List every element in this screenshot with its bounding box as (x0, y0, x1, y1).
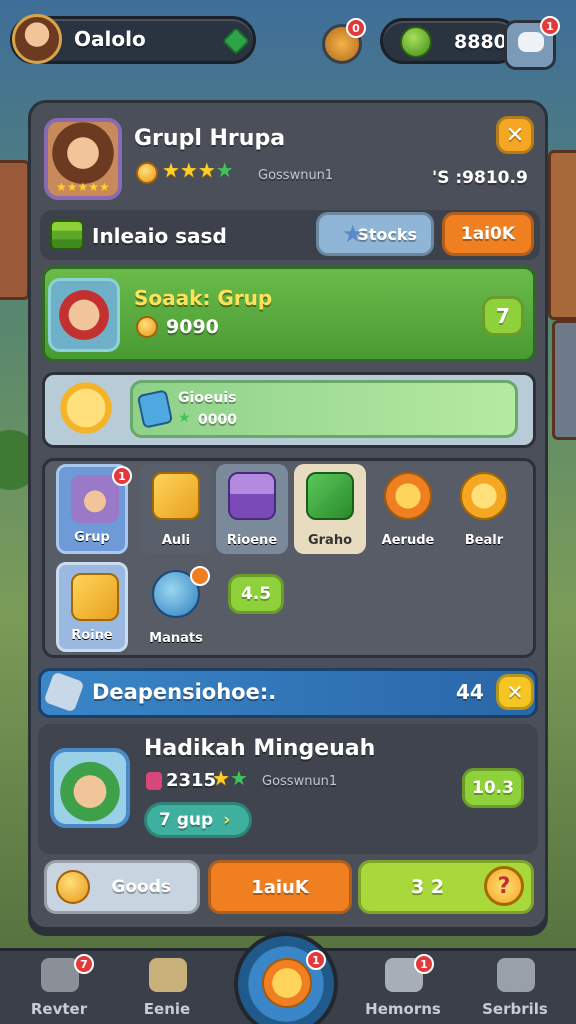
info-label: Inleaio sasd (92, 224, 227, 248)
nav-item-serbrils[interactable]: Serbrils (470, 948, 560, 1024)
reward-points: 2315 (166, 770, 217, 791)
tile-label: Auli (161, 533, 191, 548)
question-icon[interactable]: ? (484, 866, 524, 906)
nav-revter-badge: 7 (74, 954, 94, 974)
reward-stars: ★★ (212, 766, 248, 790)
chevron-right-icon: › (223, 810, 231, 830)
profile-rating-stars: ★★★★ (162, 158, 234, 182)
progress-bar (130, 380, 518, 438)
currency-icon (400, 26, 432, 58)
stocks-button[interactable]: Stocks (316, 212, 434, 256)
reward-status: Gosswnun1 (262, 774, 338, 789)
player-name: Oalolo (74, 27, 146, 51)
tile-rioene[interactable]: Rioene (216, 464, 288, 554)
background-house-right-lower (552, 320, 576, 440)
banner-close-button[interactable]: ✕ (496, 674, 534, 710)
group-title: Soaak: Grup (134, 286, 273, 310)
profile-score: 'S :9810.9 (432, 168, 528, 188)
progress-star-icon: ★ (178, 410, 191, 426)
map-icon (71, 573, 119, 621)
nav-label: Revter (30, 1000, 88, 1018)
tile-roine[interactable]: Roine (56, 562, 128, 652)
reward-gem-icon (146, 772, 162, 790)
banner-count: 44 (456, 680, 484, 704)
tile-label: Rioene (226, 533, 278, 548)
tile-auli[interactable]: Auli (140, 464, 212, 554)
tile-label: Manats (149, 631, 203, 646)
currency-value: 8880 (454, 31, 507, 53)
nav-label: Eenie (143, 1000, 191, 1018)
center-sword-icon (262, 958, 312, 1008)
background-house-left (0, 160, 30, 300)
progress-label: Gioeuis (178, 390, 237, 406)
top-bar: Oalolo 0 8880 1 (10, 12, 566, 70)
tile-label: Roine (71, 628, 113, 643)
group-coin-icon (136, 316, 158, 338)
group-avatar (48, 278, 120, 352)
group-count-button[interactable]: 7 (482, 296, 524, 336)
chat-bubble-glyph (518, 32, 544, 52)
nav-label: Serbrils (482, 1000, 548, 1018)
character-icon (71, 475, 119, 523)
tile-aerude[interactable]: Aerude (372, 464, 444, 554)
tile-bealr[interactable]: Bealr (448, 464, 520, 554)
sword-tile-icon (384, 472, 432, 520)
tile-grup-badge: 1 (112, 466, 132, 486)
reward-title: Hadikah Mingeuah (144, 736, 376, 761)
info-orange-button[interactable]: 1ai0K (442, 212, 534, 256)
profile-status: Gosswnun1 (258, 168, 334, 183)
tile-label: Aerude (381, 533, 435, 548)
nav-label: Hemorns (365, 1000, 441, 1018)
nav-hemorns-badge: 1 (414, 954, 434, 974)
reward-value-button[interactable]: 10.3 (462, 768, 524, 808)
tile-label: Bealr (464, 533, 504, 548)
close-button[interactable]: ✕ (496, 116, 534, 154)
goods-button-label: Goods (111, 877, 171, 897)
reward-group-label: 7 gup (159, 810, 214, 830)
progress-value: 0000 (198, 412, 237, 428)
tiles-value-button[interactable]: 4.5 (228, 574, 284, 614)
profile-coin-icon (136, 162, 158, 184)
stack-icon (50, 220, 84, 250)
nav-center-badge: 1 (306, 950, 326, 970)
cat-icon (497, 958, 535, 992)
chat-badge: 1 (540, 16, 560, 36)
tile-graho[interactable]: Graho (294, 464, 366, 554)
sword-badge: 0 (346, 18, 366, 38)
cheese-icon (152, 472, 200, 520)
reward-avatar[interactable] (50, 748, 130, 828)
player-avatar[interactable] (12, 14, 62, 64)
key-icon (460, 472, 508, 520)
tile-label: Grup (74, 530, 110, 545)
nav-item-hemorns[interactable]: Hemorns (358, 948, 448, 1024)
action-green-label: 3 2 (411, 876, 445, 898)
portrait-stars: ★★★★★ (56, 180, 110, 194)
green-box-icon (306, 472, 354, 520)
group-coins: 9090 (166, 316, 219, 338)
tile-manats-badge (190, 566, 210, 586)
star-icon: ★ (342, 220, 364, 248)
background-house-right (548, 150, 576, 320)
goods-coin-icon (56, 870, 90, 904)
reward-group-button[interactable]: 7 gup › (144, 802, 252, 838)
tile-label: Graho (307, 533, 353, 548)
banner-title: Deapensiohoe:. (92, 680, 277, 704)
sun-icon (56, 378, 116, 438)
books-icon (228, 472, 276, 520)
profile-name: Grupl Hrupa (134, 126, 286, 151)
tools-icon (149, 958, 187, 992)
action-orange-button[interactable]: 1aiuK (208, 860, 352, 914)
stocks-button-label: Stocks (357, 224, 417, 244)
nav-item-eenie[interactable]: Eenie (122, 948, 212, 1024)
